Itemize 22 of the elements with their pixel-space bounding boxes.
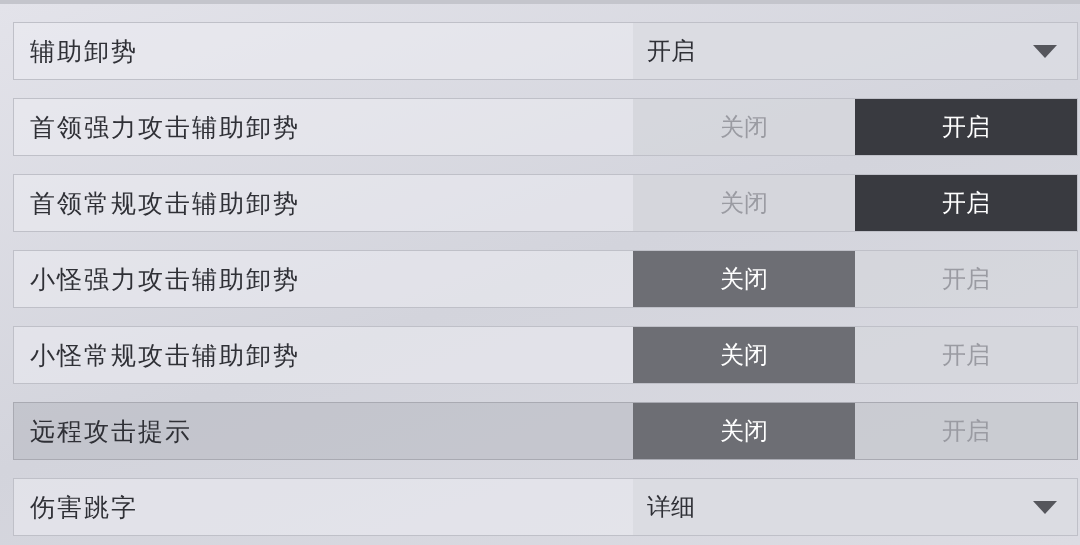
- setting-label: 小怪常规攻击辅助卸势: [29, 339, 301, 372]
- caret-icon: [1033, 500, 1057, 514]
- toggle-option[interactable]: 关闭: [633, 327, 855, 383]
- toggle-option[interactable]: 关闭: [633, 403, 855, 459]
- caret-icon: [1033, 44, 1057, 58]
- toggle-option[interactable]: 关闭: [633, 251, 855, 307]
- setting-row[interactable]: 小怪常规攻击辅助卸势 关闭 开启: [13, 326, 1078, 384]
- setting-label: 伤害跳字: [29, 491, 139, 524]
- dropdown[interactable]: 详细: [633, 479, 1077, 535]
- setting-row[interactable]: 小怪强力攻击辅助卸势 关闭 开启: [13, 250, 1078, 308]
- setting-label: 辅助卸势: [29, 35, 139, 68]
- setting-label: 首领常规攻击辅助卸势: [29, 187, 301, 220]
- toggle-option[interactable]: 开启: [855, 99, 1077, 155]
- dropdown[interactable]: 开启: [633, 23, 1077, 79]
- setting-row[interactable]: 伤害跳字 详细: [13, 478, 1078, 536]
- toggle-option[interactable]: 开启: [855, 175, 1077, 231]
- setting-label: 小怪强力攻击辅助卸势: [29, 263, 301, 296]
- setting-row[interactable]: 辅助卸势 开启: [13, 22, 1078, 80]
- setting-row[interactable]: 首领强力攻击辅助卸势 关闭 开启: [13, 98, 1078, 156]
- setting-label: 远程攻击提示: [29, 415, 193, 448]
- setting-label: 首领强力攻击辅助卸势: [29, 111, 301, 144]
- setting-row[interactable]: 首领常规攻击辅助卸势 关闭 开启: [13, 174, 1078, 232]
